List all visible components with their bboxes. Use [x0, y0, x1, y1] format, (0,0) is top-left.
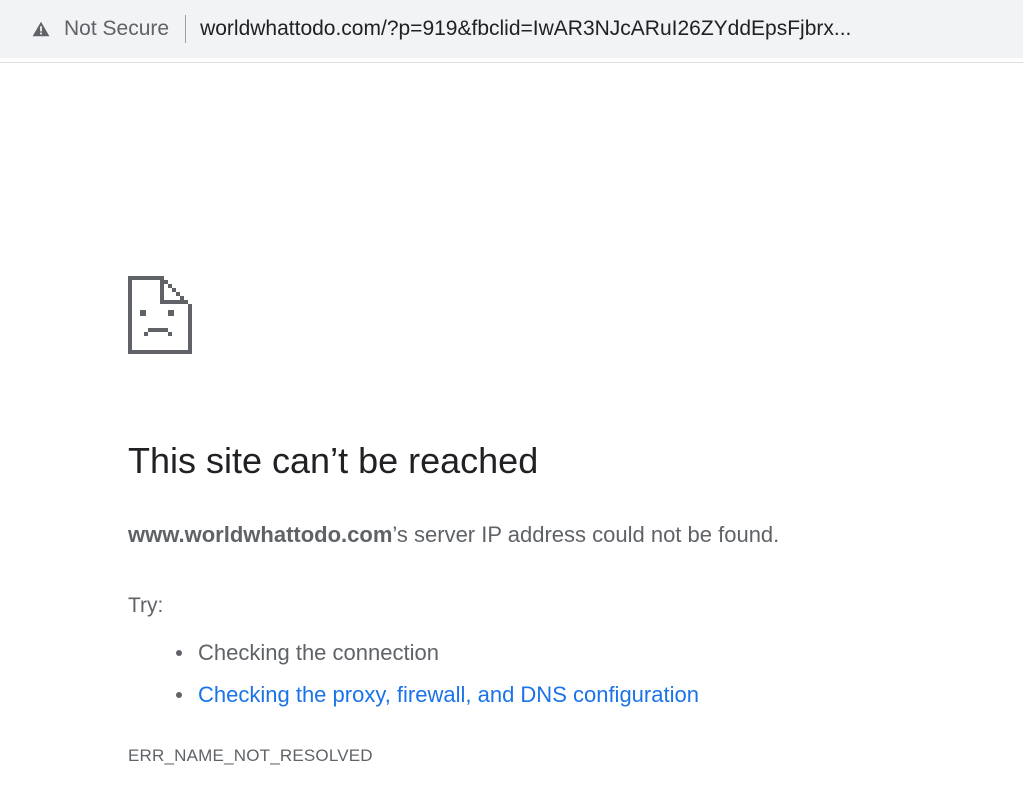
security-label: Not Secure [64, 17, 170, 40]
browser-toolbar: Not Secure worldwhattodo.com/?p=919&fbcl… [0, 0, 1023, 63]
warning-icon [32, 21, 50, 37]
suggestion-list: Checking the connection Checking the pro… [128, 632, 699, 716]
site-security-indicator[interactable]: Not Secure [0, 0, 169, 58]
omnibox-divider [185, 15, 187, 43]
description-suffix: ’s server IP address could not be found. [392, 522, 780, 547]
address-bar[interactable]: Not Secure worldwhattodo.com/?p=919&fbcl… [0, 0, 1023, 58]
proxy-firewall-dns-link[interactable]: Checking the proxy, firewall, and DNS co… [198, 682, 699, 707]
error-code: ERR_NAME_NOT_RESOLVED [128, 746, 373, 765]
error-content: This site can’t be reached www.worldwhat… [128, 276, 988, 765]
sad-document-icon [128, 276, 192, 354]
error-title: This site can’t be reached [128, 440, 539, 481]
error-description: www.worldwhattodo.com’s server IP addres… [128, 522, 779, 548]
host-name: www.worldwhattodo.com [128, 522, 393, 547]
suggestion-check-connection: Checking the connection [128, 632, 699, 674]
url-text[interactable]: worldwhattodo.com/?p=919&fbclid=IwAR3NJc… [200, 17, 1023, 41]
suggestion-label: Checking the connection [198, 640, 439, 665]
try-label: Try: [128, 594, 164, 617]
suggestion-proxy-config: Checking the proxy, firewall, and DNS co… [128, 674, 699, 716]
